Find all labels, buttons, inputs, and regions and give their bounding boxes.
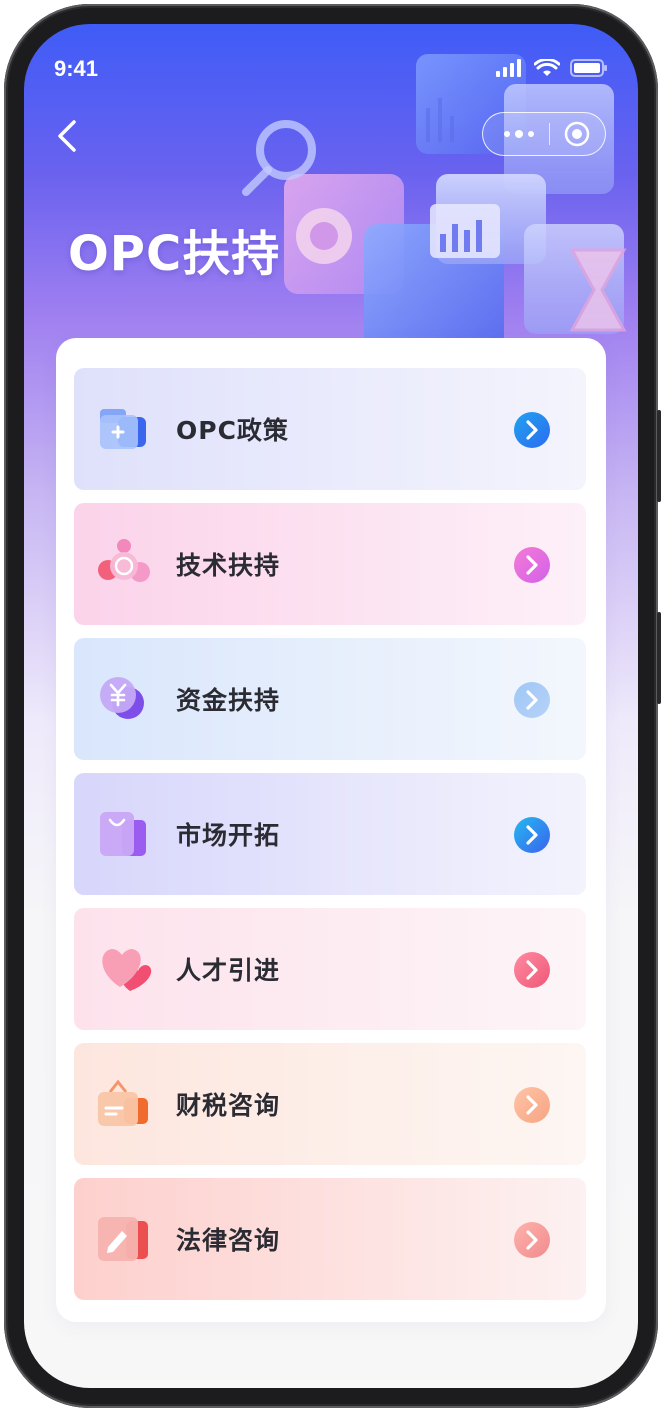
briefcase-icon	[98, 1079, 148, 1126]
menu-label: 人才引进	[176, 956, 281, 985]
wifi-icon	[534, 59, 560, 76]
signal-icon	[496, 59, 521, 77]
menu-label: 法律咨询	[176, 1226, 281, 1255]
menu-label: 财税咨询	[176, 1091, 281, 1120]
more-dots-icon[interactable]	[503, 129, 535, 139]
page-title: OPC扶持	[68, 226, 281, 282]
folder-add-icon	[100, 409, 146, 449]
arrow-right-icon[interactable]	[514, 817, 550, 853]
menu-item-funding-support[interactable]: 资金扶持	[74, 638, 586, 760]
menu-label: 市场开拓	[176, 821, 281, 850]
back-arrow-icon[interactable]	[48, 116, 88, 156]
yuan-coin-icon	[100, 677, 144, 719]
menu-item-opc-policy[interactable]: OPC政策	[74, 368, 586, 490]
hero-illustration	[242, 54, 627, 354]
power-button	[657, 612, 661, 704]
close-target-icon[interactable]	[563, 120, 591, 148]
menu-item-legal-consulting[interactable]: 法律咨询	[74, 1178, 586, 1300]
status-time: 9:41	[54, 56, 99, 81]
capsule-divider	[548, 123, 550, 145]
mini-program-capsule	[482, 112, 606, 156]
battery-icon	[570, 59, 607, 77]
app-screen: 9:41 OPC扶持 OPC政策 技术扶持 资金扶持 市场开拓 人才引进 财税咨…	[24, 24, 638, 1388]
menu-label: OPC政策	[176, 416, 289, 445]
menu-label: 技术扶持	[176, 551, 281, 580]
menu-item-tech-support[interactable]: 技术扶持	[74, 503, 586, 625]
arrow-right-icon[interactable]	[514, 412, 550, 448]
arrow-right-icon[interactable]	[514, 1087, 550, 1123]
arrow-right-icon[interactable]	[514, 682, 550, 718]
menu-item-talent-introduction[interactable]: 人才引进	[74, 908, 586, 1030]
arrow-right-icon[interactable]	[514, 547, 550, 583]
shopping-bag-icon	[100, 812, 146, 856]
volume-button	[657, 410, 661, 502]
menu-item-tax-consulting[interactable]: 财税咨询	[74, 1043, 586, 1165]
menu-label: 资金扶持	[176, 686, 281, 715]
status-icons	[496, 58, 608, 78]
menu-item-market-expansion[interactable]: 市场开拓	[74, 773, 586, 895]
tech-cluster-icon	[98, 539, 150, 582]
arrow-right-icon[interactable]	[514, 1222, 550, 1258]
arrow-right-icon[interactable]	[514, 952, 550, 988]
heart-icon	[102, 949, 152, 991]
document-pen-icon	[98, 1217, 148, 1261]
